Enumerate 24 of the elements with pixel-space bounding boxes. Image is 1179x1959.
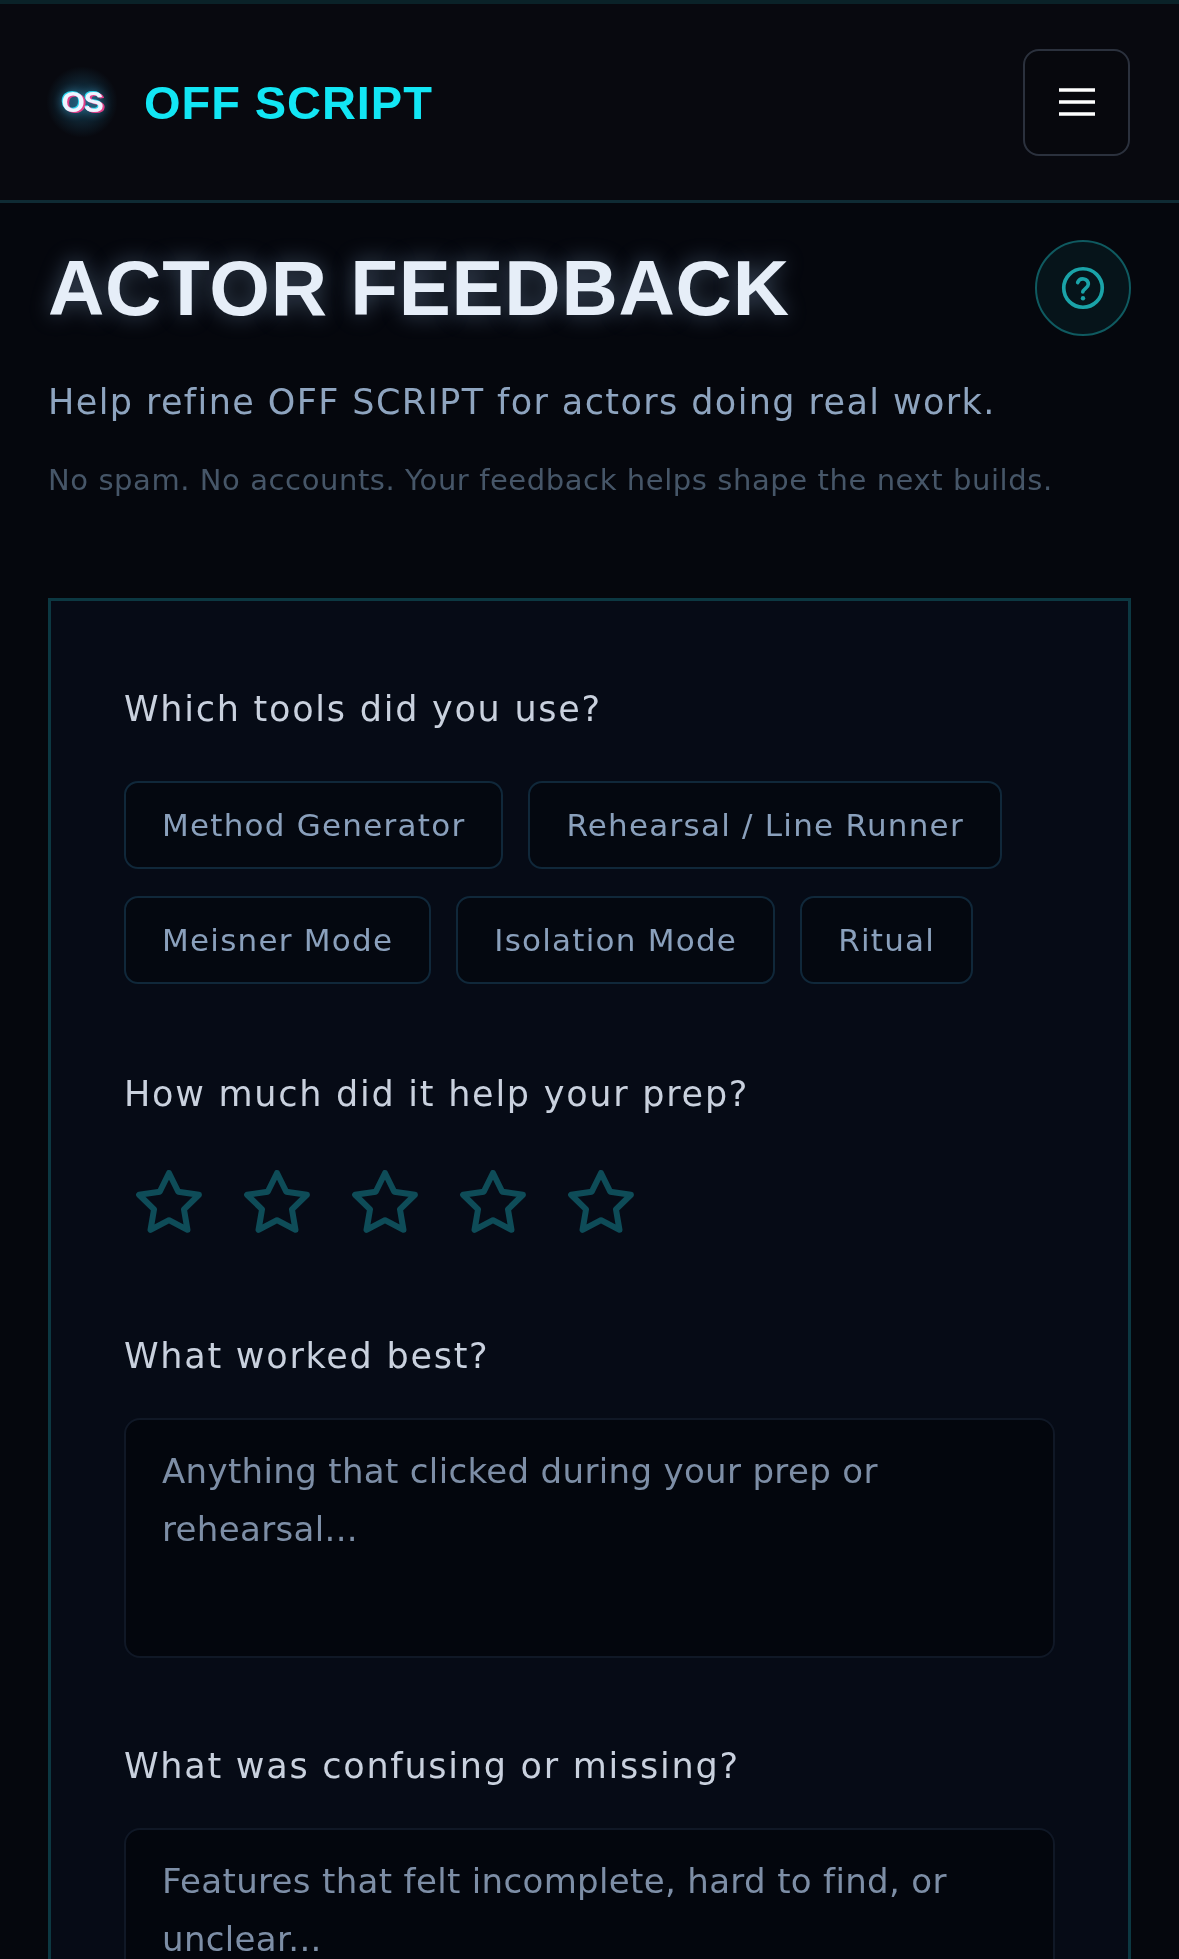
privacy-note: No spam. No accounts. Your feedback helps shape the next builds.	[48, 462, 1054, 498]
question-label: Which tools did you use?	[124, 688, 603, 731]
star-icon[interactable]	[460, 1170, 526, 1234]
star-icon[interactable]	[352, 1170, 418, 1234]
text-area[interactable]: Features that felt incomplete, hard to find, or unclear...	[124, 1828, 1055, 1959]
brand-name: OFF SCRIPT	[144, 78, 433, 126]
logo-mark: OS	[46, 66, 118, 138]
page-title: ACTOR FEEDBACK	[48, 249, 790, 327]
text-area[interactable]: Anything that clicked during your prep or rehearsal...	[124, 1418, 1055, 1658]
page-subtitle: Help refine OFF SCRIPT for actors doing real work.	[48, 381, 997, 424]
menu-button[interactable]	[1023, 48, 1130, 156]
star-icon[interactable]	[568, 1170, 634, 1234]
tool-chip[interactable]: Isolation Mode	[456, 896, 776, 984]
tool-chip[interactable]: Ritual	[800, 896, 974, 984]
question-label: What was confusing or missing?	[124, 1745, 741, 1788]
question-label: How much did it help your prep?	[124, 1073, 751, 1116]
menu-icon	[1058, 88, 1095, 116]
tool-chip[interactable]: Method Generator	[124, 781, 504, 869]
help-icon	[1061, 266, 1105, 310]
tool-chip[interactable]: Rehearsal / Line Runner	[528, 781, 1002, 869]
star-icon[interactable]	[136, 1170, 202, 1234]
tool-chip[interactable]: Meisner Mode	[124, 896, 432, 984]
star-icon[interactable]	[244, 1170, 310, 1234]
question-label: What worked best?	[124, 1335, 491, 1378]
